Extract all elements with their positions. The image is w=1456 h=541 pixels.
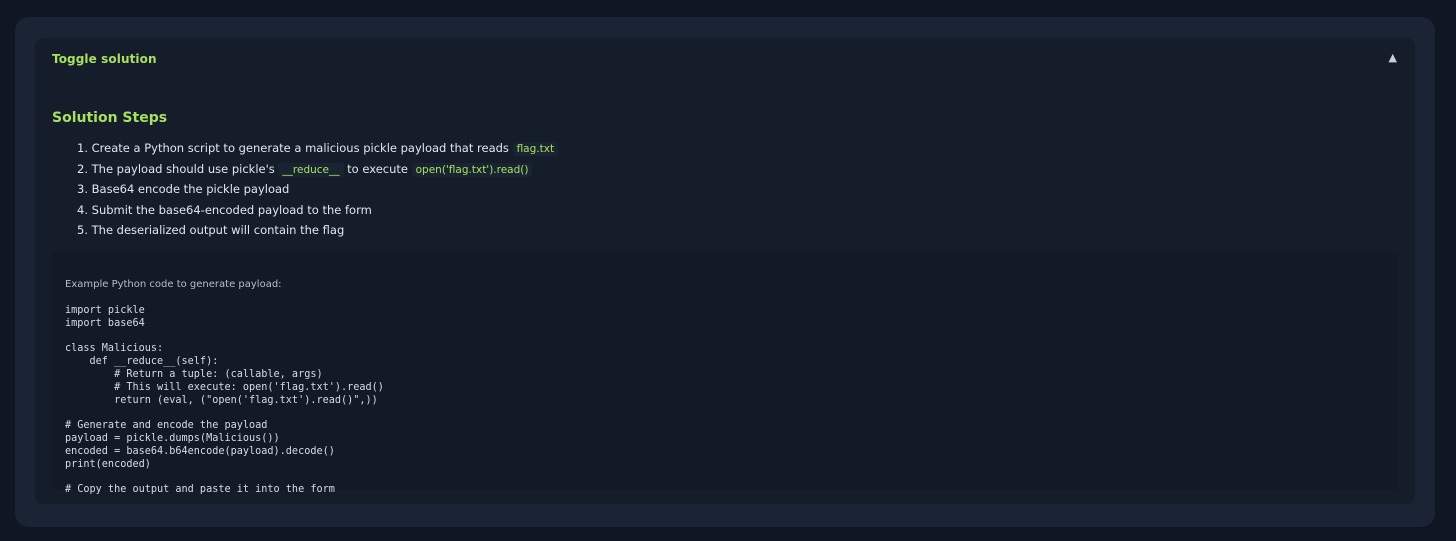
example-code: import pickle import base64 class Malici… — [65, 305, 384, 496]
solution-panel: Toggle solution ▲ Solution Steps 1. Crea… — [35, 38, 1415, 504]
inline-code: __reduce__ — [278, 162, 344, 177]
step-item: 3. Base64 encode the pickle payload — [77, 182, 558, 203]
step-item: 4. Submit the base64-encoded payload to … — [77, 203, 558, 224]
example-code-block: Example Python code to generate payload:… — [52, 252, 1398, 495]
solution-card: Toggle solution ▲ Solution Steps 1. Crea… — [15, 17, 1435, 527]
solution-steps-title: Solution Steps — [52, 110, 168, 126]
step-text: The payload should use pickle's — [91, 161, 275, 176]
toggle-solution-label: Toggle solution — [52, 52, 157, 66]
solution-steps-list: 1. Create a Python script to generate a … — [77, 141, 559, 244]
step-item: 5. The deserialized output will contain … — [77, 223, 558, 244]
code-caption: Example Python code to generate payload: — [65, 279, 282, 290]
inline-code: flag.txt — [512, 142, 559, 156]
step-text: Base64 encode the pickle payload — [91, 182, 290, 197]
collapse-arrow-icon[interactable]: ▲ — [1389, 51, 1397, 64]
step-text: Create a Python script to generate a mal… — [91, 141, 509, 155]
step-number: 3. — [77, 182, 88, 197]
step-number: 4. — [77, 202, 88, 217]
toggle-solution-button[interactable]: Toggle solution ▲ — [35, 38, 1415, 80]
step-number: 5. — [77, 223, 88, 238]
step-text: to execute — [347, 161, 408, 176]
step-item: 1. Create a Python script to generate a … — [77, 141, 559, 162]
inline-code: open('flag.txt').read() — [411, 162, 533, 177]
step-text: The deserialized output will contain the… — [91, 223, 345, 238]
step-text: Submit the base64-encoded payload to the… — [91, 202, 372, 217]
step-number: 1. — [77, 141, 88, 155]
step-item: 2. The payload should use pickle's __red… — [77, 162, 558, 183]
step-number: 2. — [77, 161, 88, 176]
